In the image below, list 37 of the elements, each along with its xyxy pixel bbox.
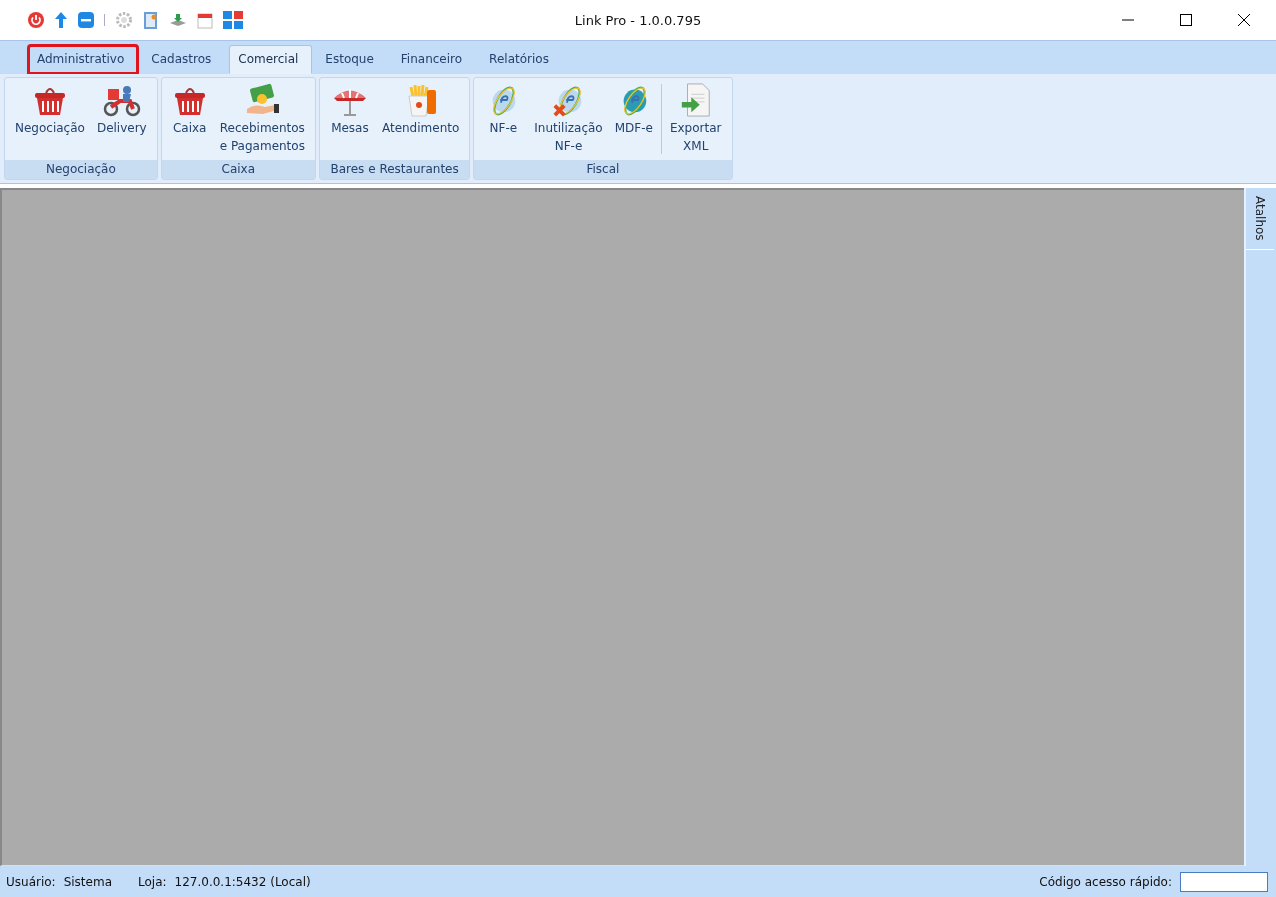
- ribbon-button[interactable]: Negociação: [9, 80, 91, 160]
- close-icon[interactable]: [1238, 14, 1250, 26]
- ribbon-tab[interactable]: Comercial: [229, 45, 313, 74]
- document-icon[interactable]: [143, 10, 159, 30]
- status-value: Sistema: [63, 874, 112, 889]
- ribbon-button[interactable]: Recebimentos e Pagamentos: [213, 80, 311, 160]
- tiles-icon[interactable]: [222, 10, 244, 30]
- tray-icon[interactable]: [168, 12, 188, 28]
- motorcycle-icon: [101, 83, 142, 117]
- ribbon-button[interactable]: Mesas: [323, 80, 376, 160]
- power-icon[interactable]: [27, 11, 45, 29]
- ribbon-tab[interactable]: Relatórios: [480, 45, 563, 74]
- ribbon-button[interactable]: Inutilização NF-e: [528, 80, 609, 160]
- up-arrow-icon[interactable]: [54, 11, 68, 29]
- quick-access-field[interactable]: [1180, 871, 1268, 892]
- ribbon-button[interactable]: NF-e: [478, 80, 529, 160]
- window-title: Link Pro - 1.0.0.795: [574, 12, 702, 28]
- status-label: Usuário:: [6, 874, 56, 889]
- status-value: 127.0.0.1:5432 (Local): [174, 874, 311, 889]
- ribbon-button[interactable]: Exportar XML: [663, 80, 728, 160]
- minus-icon[interactable]: [77, 11, 95, 29]
- ribbon-tab[interactable]: Financeiro: [391, 45, 477, 74]
- calendar-icon[interactable]: [197, 11, 213, 29]
- group-caption: Negociação: [5, 160, 157, 179]
- group-caption: Fiscal: [474, 160, 732, 179]
- status-label: Loja:: [138, 874, 167, 889]
- ribbon-button[interactable]: MDF-e: [608, 80, 659, 160]
- ribbon-button[interactable]: Atendimento: [375, 80, 466, 160]
- ribbon-tab[interactable]: Cadastros: [142, 45, 226, 74]
- ribbon-button[interactable]: Caixa: [165, 80, 214, 160]
- ribbon-button[interactable]: Delivery: [90, 80, 153, 160]
- ribbon-tab[interactable]: Administrativo: [28, 45, 139, 74]
- group-caption: Bares e Restaurantes: [319, 160, 470, 179]
- group-caption: Caixa: [161, 160, 315, 179]
- status-label: Código acesso rápido:: [1039, 874, 1172, 889]
- ribbon-tab[interactable]: Estoque: [316, 45, 388, 74]
- maximize-icon[interactable]: [1180, 14, 1192, 26]
